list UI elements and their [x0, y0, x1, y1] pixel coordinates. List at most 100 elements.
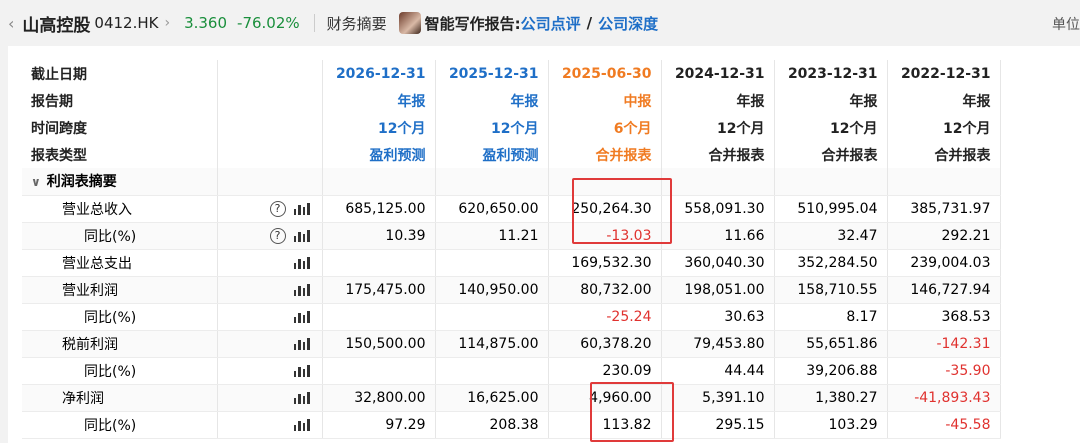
table-row-pretax-profit-yoy[interactable]: 同比(%) 230.09 44.44 39,206.88 -35.90	[22, 357, 1001, 385]
value-cell: 368.53	[887, 303, 1001, 331]
section-header-row[interactable]: ∨ 利润表摘要	[22, 168, 1001, 196]
header-row-report: 报告期 年报 年报 中报 年报 年报 年报	[22, 87, 1001, 114]
bar-chart-icon[interactable]	[293, 418, 310, 431]
value-cell: 146,727.94	[887, 276, 1001, 304]
period-cell: 年报	[322, 87, 436, 114]
header-row-span: 时间跨度 12个月 12个月 6个月 12个月 12个月 12个月	[22, 114, 1001, 141]
company-depth-link[interactable]: 公司深度	[598, 13, 658, 34]
value-cell: 30.63	[661, 303, 775, 331]
stock-code[interactable]: 0412.HK	[94, 14, 158, 32]
bar-chart-icon[interactable]	[293, 229, 310, 242]
table-row-operating-profit-yoy[interactable]: 同比(%) -25.24 30.63 8.17 368.53	[22, 303, 1001, 331]
bar-chart-icon[interactable]	[293, 256, 310, 269]
table-row-revenue-yoy[interactable]: 同比(%)? 10.39 11.21 -13.03 11.66 32.47 292.21	[22, 222, 1001, 250]
period-cell: 12个月	[774, 114, 888, 141]
value-cell: 685,125.00	[322, 195, 436, 223]
period-cell: 2024-12-31	[661, 60, 775, 87]
value-cell	[435, 249, 549, 277]
value-cell: 8.17	[774, 303, 888, 331]
value-cell: 230.09	[548, 357, 662, 385]
income-statement-table: 截止日期 2026-12-31 2025-12-31 2025-06-30 20…	[22, 60, 1001, 439]
value-cell: -25.24	[548, 303, 662, 331]
value-cell: -35.90	[887, 357, 1001, 385]
value-cell: 32,800.00	[322, 384, 436, 412]
value-cell: 208.38	[435, 411, 549, 439]
row-label: 税前利润	[22, 330, 218, 358]
table-row-revenue[interactable]: 营业总收入? 685,125.00 620,650.00 250,264.30 558,…	[22, 195, 1001, 223]
value-cell: 44.44	[661, 357, 775, 385]
header-label: 时间跨度	[22, 114, 218, 141]
period-cell: 12个月	[435, 114, 549, 141]
section-title[interactable]: ∨ 利润表摘要	[22, 168, 218, 196]
period-cell: 6个月	[548, 114, 662, 141]
period-cell: 合并报表	[887, 141, 1001, 168]
back-chevron-icon[interactable]: ‹	[8, 14, 14, 33]
period-cell: 盈利预测	[435, 141, 549, 168]
value-cell: -45.58	[887, 411, 1001, 439]
row-label: 同比(%)	[22, 222, 218, 250]
value-cell: 292.21	[887, 222, 1001, 250]
bar-chart-icon[interactable]	[293, 391, 310, 404]
table-row-operating-profit[interactable]: 营业利润 175,475.00 140,950.00 80,732.00 198,051…	[22, 276, 1001, 304]
value-cell: 39,206.88	[774, 357, 888, 385]
header-row-type: 报表类型 盈利预测 盈利预测 合并报表 合并报表 合并报表 合并报表	[22, 141, 1001, 168]
chevron-right-icon[interactable]: ›	[164, 15, 170, 31]
bar-chart-icon[interactable]	[293, 283, 310, 296]
price-change: -76.02%	[237, 14, 300, 32]
bar-chart-icon[interactable]	[293, 337, 310, 350]
value-cell: 60,378.20	[548, 330, 662, 358]
row-label: 同比(%)	[22, 303, 218, 331]
value-cell: 558,091.30	[661, 195, 775, 223]
period-cell: 12个月	[661, 114, 775, 141]
value-cell: 16,625.00	[435, 384, 549, 412]
row-label: 营业总收入	[22, 195, 218, 223]
help-icon[interactable]: ?	[269, 200, 286, 217]
ai-avatar-icon	[398, 12, 421, 34]
unit-label[interactable]: 单位	[1052, 14, 1080, 34]
period-cell: 2023-12-31	[774, 60, 888, 87]
period-cell: 合并报表	[661, 141, 775, 168]
company-review-link[interactable]: 公司点评	[521, 13, 581, 34]
value-cell: 1,380.27	[774, 384, 888, 412]
value-cell: 10.39	[322, 222, 436, 250]
row-label: 营业总支出	[22, 249, 218, 277]
row-label: 净利润	[22, 384, 218, 412]
row-label: 营业利润	[22, 276, 218, 304]
header-label: 截止日期	[22, 60, 218, 87]
period-cell: 2022-12-31	[887, 60, 1001, 87]
value-cell: 169,532.30	[548, 249, 662, 277]
table-row-pretax-profit[interactable]: 税前利润 150,500.00 114,875.00 60,378.20 79,453.…	[22, 330, 1001, 358]
value-cell: 295.15	[661, 411, 775, 439]
value-cell	[322, 303, 436, 331]
value-cell	[435, 303, 549, 331]
top-bar: ‹ 山高控股 0412.HK › 3.360 -76.02% 财务摘要 智能写作…	[0, 0, 1080, 46]
stock-name[interactable]: 山高控股	[22, 11, 90, 36]
value-cell: 114,875.00	[435, 330, 549, 358]
value-cell: -142.31	[887, 330, 1001, 358]
value-cell: 55,651.86	[774, 330, 888, 358]
section-title-text: 利润表摘要	[46, 174, 117, 191]
period-cell: 2025-06-30	[548, 60, 662, 87]
help-icon[interactable]: ?	[269, 227, 286, 244]
period-cell: 年报	[661, 87, 775, 114]
period-cell: 合并报表	[548, 141, 662, 168]
value-cell: 150,500.00	[322, 330, 436, 358]
bar-chart-icon[interactable]	[293, 364, 310, 377]
period-cell: 2025-12-31	[435, 60, 549, 87]
bar-chart-icon[interactable]	[293, 202, 310, 215]
header-row-date: 截止日期 2026-12-31 2025-12-31 2025-06-30 20…	[22, 60, 1001, 87]
value-cell: 97.29	[322, 411, 436, 439]
highlight-box-net-profit	[590, 382, 674, 442]
table-row-total-expense[interactable]: 营业总支出 169,532.30 360,040.30 352,284.50 239,0…	[22, 249, 1001, 277]
value-cell: 140,950.00	[435, 276, 549, 304]
table-row-net-profit-yoy[interactable]: 同比(%) 97.29 208.38 113.82 295.15 103.29 -45.58	[22, 411, 1001, 439]
value-cell: 5,391.10	[661, 384, 775, 412]
value-cell: 352,284.50	[774, 249, 888, 277]
period-cell: 中报	[548, 87, 662, 114]
period-cell: 合并报表	[774, 141, 888, 168]
value-cell: 32.47	[774, 222, 888, 250]
table-row-net-profit[interactable]: 净利润 32,800.00 16,625.00 4,960.00 5,391.10 1,3…	[22, 384, 1001, 412]
collapse-chevron-icon[interactable]: ∨	[31, 175, 41, 189]
financial-summary-tab[interactable]: 财务摘要	[327, 13, 387, 34]
bar-chart-icon[interactable]	[293, 310, 310, 323]
